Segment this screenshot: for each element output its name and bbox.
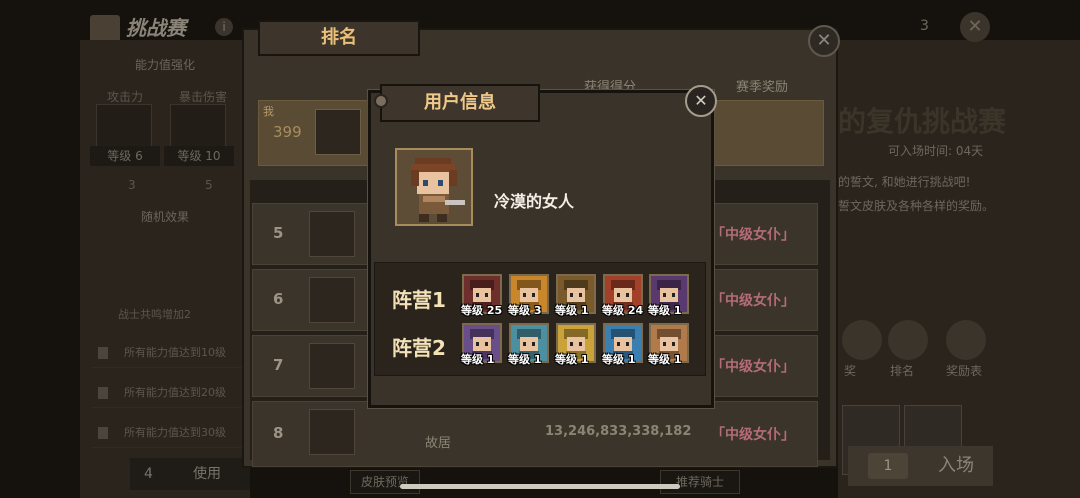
season-reward: 「中级女仆」 [711,227,795,243]
lock-row-text: 所有能力值达到10级 [124,346,226,359]
hero-level: 等级 1 [461,353,495,366]
hero-level: 等级 1 [508,353,542,366]
use-label: 使用 [192,466,221,482]
challenge-title-text: 挑战赛 [126,16,186,40]
reward-round-icon[interactable] [842,320,882,360]
hero-level: 等级 1 [555,304,589,317]
ranking-close-icon[interactable]: ✕ [808,25,840,57]
ranking-round-icon[interactable] [888,320,928,360]
attack-count: 3 [128,178,136,192]
reward-table-label: 奖励表 [946,364,983,378]
ability-section-label: 能力值强化 [134,58,195,72]
user-name: 冷漠的女人 [494,192,575,211]
avatar [309,211,355,257]
random-effect-label: 随机效果 [140,210,189,224]
attack-slot[interactable] [96,104,152,148]
crit-slot[interactable] [170,104,226,148]
camp-2-label: 阵营2 [392,336,446,360]
use-count: 4 [144,466,153,482]
info-icon[interactable]: i [215,18,233,36]
entry-time: 可入场时间: 04天 [888,144,984,158]
game-screen: 挑战赛 i 能力值强化 攻击力 暴击伤害 等级 6 等级 10 3 5 随机效果… [0,0,1080,498]
lock-row: 所有能力值达到10级 [92,338,242,368]
avatar [309,343,355,389]
ranking-label: 排名 [890,364,915,378]
skin-preview-tab[interactable]: 皮肤预览 [350,470,420,494]
my-rank: 399 [273,123,302,141]
enter-count: 1 [868,453,908,479]
modal-title: 用户信息 [424,92,496,113]
rank-number: 6 [273,290,284,308]
lock-row-text: 所有能力值达到20级 [124,386,226,399]
event-desc-line: 的誓文, 和她进行挑战吧! [838,175,971,189]
rank-number: 8 [273,424,284,442]
stat-name-crit: 暴击伤害 [178,90,227,104]
hero-level: 等级 1 [648,304,682,317]
event-desc: 的誓文, 和她进行挑战吧! 誓文皮肤及各种各样的奖励。 [838,170,1078,218]
right-panel: 的复仇挑战赛 可入场时间: 04天 的誓文, 和她进行挑战吧! 誓文皮肤及各种各样… [838,40,1080,498]
enter-label: 入场 [938,455,974,476]
modal-close-icon[interactable]: ✕ [685,85,717,117]
lock-icon [98,347,108,359]
user-info-tab: 用户信息 [374,84,540,122]
player-score: 13,246,833,338,182 [545,424,692,439]
character-sprite-icon [397,150,471,224]
attack-grade: 等级 6 [90,146,160,166]
use-button[interactable]: 4 使用 [130,458,250,490]
avatar [309,409,355,455]
player-name: 故居 [425,436,452,451]
lock-icon [98,387,108,399]
lock-row-text: 所有能力值达到30级 [124,426,226,439]
table-row[interactable]: 8 故居 13,246,833,338,182 「中级女仆」 [252,401,818,467]
lock-row: 所有能力值达到20级 [92,378,242,408]
season-reward: 「中级女仆」 [711,427,795,443]
reward-column-header: 赛季奖励 [736,80,789,95]
ranking-tab: 排名 [258,20,420,56]
home-indicator[interactable] [400,484,680,489]
top-counter: 3 [920,18,929,34]
recommended-knight-tab[interactable]: 推荐骑士 [660,470,740,494]
warrior-note: 战士共鸣增加2 [118,308,191,321]
hero-level: 等级 24 [602,304,644,317]
top-close-icon[interactable]: ✕ [960,12,990,42]
hero-level: 等级 3 [508,304,542,317]
event-desc-line: 誓文皮肤及各种各样的奖励。 [838,199,995,213]
crit-grade: 等级 10 [164,146,234,166]
season-reward: 「中级女仆」 [711,359,795,375]
hero-level: 等级 25 [461,304,503,317]
rank-number: 7 [273,356,284,374]
hero-level: 等级 1 [648,353,682,366]
avatar [315,109,361,155]
lock-icon [98,427,108,439]
user-portrait [395,148,473,226]
avatar [309,277,355,323]
rank-number: 5 [273,224,284,242]
lock-row: 所有能力值达到30级 [92,418,242,448]
stat-name-attack: 攻击力 [106,90,143,104]
hero-level: 等级 1 [555,353,589,366]
season-reward: 「中级女仆」 [711,293,795,309]
reward-label: 奖 [844,364,857,378]
hero-level: 等级 1 [602,353,636,366]
enter-button[interactable]: 1 入场 [848,446,993,486]
me-label: 我 [263,105,274,118]
crit-count: 5 [205,178,213,192]
pin-icon [374,94,388,108]
camp-1-label: 阵营1 [392,288,446,312]
event-title: 的复仇挑战赛 [838,105,1007,138]
reward-table-round-icon[interactable] [946,320,986,360]
